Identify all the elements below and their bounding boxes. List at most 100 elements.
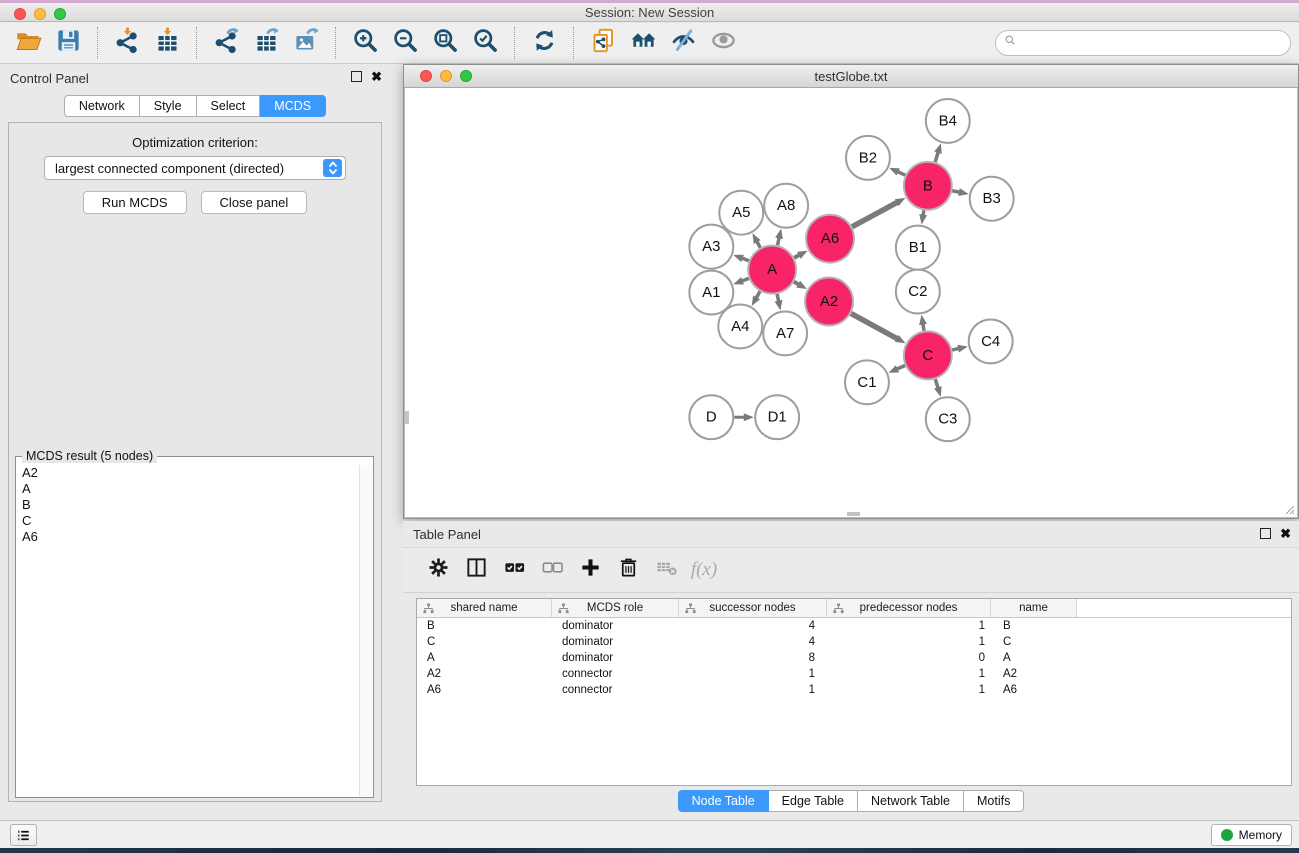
import-table-button[interactable] [147,25,187,61]
close-panel-icon[interactable]: ✖ [371,71,382,82]
edge-A2-C[interactable] [851,313,898,339]
edge-A-A2[interactable] [794,282,800,285]
mcds-result-list[interactable]: A2ABCA6 [17,465,359,796]
column-header-shared-name[interactable]: shared name [417,599,552,617]
deselect-all-button[interactable] [535,553,569,587]
float-panel-button[interactable] [351,71,362,82]
node-B2[interactable]: B2 [846,136,890,180]
node-A5[interactable]: A5 [719,191,763,235]
node-A7[interactable]: A7 [763,311,807,355]
column-header-name[interactable]: name [991,599,1077,617]
edge-A-A6[interactable] [794,255,800,258]
add-column-button[interactable] [573,553,607,587]
select-all-button[interactable] [497,553,531,587]
result-item[interactable]: A [17,481,359,497]
table-row[interactable]: Cdominator41C [417,634,1291,650]
export-image-button[interactable] [286,25,326,61]
node-A2[interactable]: A2 [805,278,853,326]
result-item[interactable]: A2 [17,465,359,481]
node-A[interactable]: A [748,246,796,294]
node-C3[interactable]: C3 [926,397,970,441]
node-C4[interactable]: C4 [969,319,1013,363]
table-settings-button[interactable] [421,553,455,587]
tab-network-table[interactable]: Network Table [858,790,964,812]
column-header-successor-nodes[interactable]: successor nodes [679,599,827,617]
save-session-button[interactable] [48,25,88,61]
edge-B-B1[interactable] [923,210,924,216]
edge-C-C1[interactable] [896,365,905,369]
refresh-layout-button[interactable] [524,25,564,61]
node-B1[interactable]: B1 [896,226,940,270]
search-input[interactable] [1022,33,1290,53]
edge-B-B3[interactable] [952,191,960,193]
close-panel-button[interactable]: Close panel [201,191,308,214]
zoom-selected-button[interactable] [465,25,505,61]
resize-grip[interactable] [1283,503,1295,515]
vertical-scroll-thumb[interactable] [405,411,409,424]
network-zoom-button[interactable] [460,70,472,82]
edge-A-A8[interactable] [778,237,780,245]
table-row[interactable]: Bdominator41B [417,618,1291,634]
node-A3[interactable]: A3 [689,225,733,269]
first-neighbors-button[interactable] [623,25,663,61]
node-C2[interactable]: C2 [896,270,940,314]
network-window-titlebar[interactable]: testGlobe.txt [404,65,1298,88]
toggle-panes-button[interactable] [459,553,493,587]
task-history-button[interactable] [10,824,37,846]
node-A1[interactable]: A1 [689,271,733,315]
network-graph[interactable]: AA2A6BCA1A3A4A5A7A8B1B2B3B4C1C2C3C4DD1 [405,88,1297,517]
node-C1[interactable]: C1 [845,360,889,404]
result-item[interactable]: B [17,497,359,513]
memory-button[interactable]: Memory [1211,824,1292,846]
edge-A-A1[interactable] [741,278,749,281]
close-table-panel-icon[interactable]: ✖ [1280,528,1291,539]
run-mcds-button[interactable]: Run MCDS [83,191,187,214]
table-row[interactable]: A6connector11A6 [417,682,1291,698]
edge-B-B2[interactable] [897,171,905,175]
node-A4[interactable]: A4 [718,304,762,348]
edge-A-A5[interactable] [757,241,761,248]
edge-A-A7[interactable] [777,294,779,302]
zoom-window-button[interactable] [54,8,66,20]
export-network-button[interactable] [206,25,246,61]
hide-selected-button[interactable] [663,25,703,61]
edge-A6-B[interactable] [852,202,898,227]
result-scrollbar[interactable] [359,465,372,796]
search-field[interactable] [995,30,1291,56]
column-header-predecessor-nodes[interactable]: predecessor nodes [827,599,991,617]
network-from-selection-button[interactable] [583,25,623,61]
export-table-button[interactable] [246,25,286,61]
zoom-in-button[interactable] [345,25,385,61]
tab-select[interactable]: Select [197,95,261,117]
tab-motifs[interactable]: Motifs [964,790,1024,812]
edge-C-C2[interactable] [923,323,924,331]
network-close-button[interactable] [420,70,432,82]
horizontal-scroll-thumb[interactable] [847,512,860,516]
criterion-select[interactable]: largest connected component (directed) [44,156,346,180]
zoom-fit-button[interactable] [425,25,465,61]
edge-C-C4[interactable] [952,348,959,350]
zoom-out-button[interactable] [385,25,425,61]
node-D[interactable]: D [689,395,733,439]
node-D1[interactable]: D1 [755,395,799,439]
result-item[interactable]: A6 [17,529,359,545]
node-B4[interactable]: B4 [926,99,970,143]
network-canvas[interactable]: AA2A6BCA1A3A4A5A7A8B1B2B3B4C1C2C3C4DD1 [404,88,1298,518]
table-row[interactable]: Adominator80A [417,650,1291,666]
float-table-panel-button[interactable] [1260,528,1271,539]
node-C[interactable]: C [904,331,952,379]
node-A6[interactable]: A6 [806,215,854,263]
tab-node-table[interactable]: Node Table [678,790,769,812]
tab-style[interactable]: Style [140,95,197,117]
import-network-button[interactable] [107,25,147,61]
tab-network[interactable]: Network [64,95,140,117]
minimize-window-button[interactable] [34,8,46,20]
table-row[interactable]: A2connector11A2 [417,666,1291,682]
tab-edge-table[interactable]: Edge Table [769,790,858,812]
node-B[interactable]: B [904,162,952,210]
edge-A-A3[interactable] [741,258,749,261]
edge-C-C3[interactable] [935,379,938,389]
open-session-button[interactable] [8,25,48,61]
edge-B-B4[interactable] [935,151,938,161]
show-all-button[interactable] [703,25,743,61]
